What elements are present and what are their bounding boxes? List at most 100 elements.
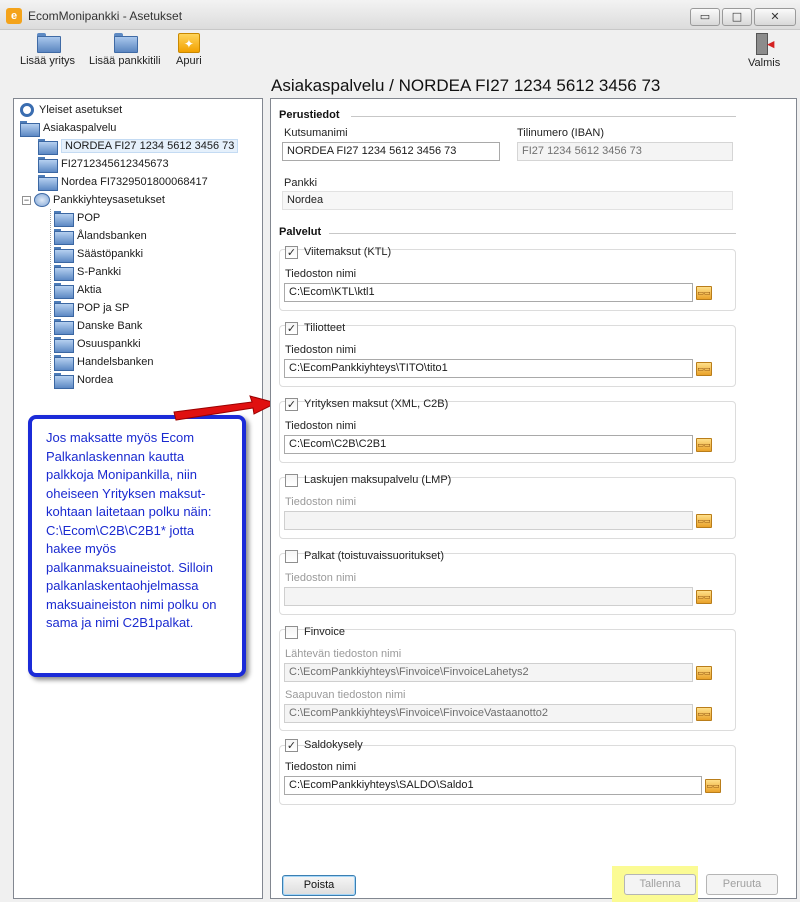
tree-item-label: Yleiset asetukset bbox=[39, 104, 123, 116]
tree-item-label: Säästöpankki bbox=[77, 248, 144, 260]
tree-item-label: POP ja SP bbox=[77, 302, 130, 314]
network-icon bbox=[34, 193, 50, 208]
tree-item-bank[interactable]: Ålandsbanken bbox=[54, 227, 147, 246]
folder-browse-icon[interactable]: ▭▭ bbox=[696, 438, 712, 452]
ktl-file-input[interactable]: C:\Ecom\KTL\ktl1 bbox=[284, 283, 693, 302]
name-field[interactable]: NORDEA FI27 1234 5612 3456 73 bbox=[282, 142, 500, 161]
gear-icon bbox=[20, 103, 34, 118]
folder-browse-icon[interactable]: ▭▭ bbox=[696, 707, 712, 721]
finvoice-checkbox[interactable] bbox=[285, 626, 298, 639]
tito-checkbox[interactable]: ✓ bbox=[285, 322, 298, 335]
salary-label: Palkat (toistuvaissuoritukset) bbox=[304, 550, 444, 562]
tree-item-account[interactable]: FI2712345612345673 bbox=[38, 155, 169, 174]
folder-icon bbox=[38, 175, 58, 192]
tree-item-label: Pankkiyhteysasetukset bbox=[53, 194, 165, 206]
tree-item-label: Nordea bbox=[77, 374, 114, 386]
folder-icon bbox=[113, 33, 138, 53]
name-label: Kutsumanimi bbox=[284, 127, 348, 139]
delete-button[interactable]: Poista bbox=[282, 875, 356, 896]
annotation-arrow bbox=[173, 395, 278, 421]
folder-icon bbox=[38, 157, 58, 174]
tree-item-bank[interactable]: S-Pankki bbox=[54, 263, 122, 282]
section-title-basic: Perustiedot bbox=[279, 109, 340, 121]
finvoice-out-label: Lähtevän tiedoston nimi bbox=[285, 648, 402, 660]
tree-item-bank[interactable]: Säästöpankki bbox=[54, 245, 144, 264]
folder-browse-icon[interactable]: ▭▭ bbox=[696, 666, 712, 680]
tree-item-account[interactable]: Nordea FI7329501800068417 bbox=[38, 173, 208, 192]
folder-icon bbox=[54, 319, 74, 336]
maximize-button[interactable]: □ bbox=[722, 8, 752, 26]
salary-file-input[interactable] bbox=[284, 587, 693, 606]
settings-panel: Perustiedot Kutsumanimi NORDEA FI27 1234… bbox=[270, 98, 797, 899]
collapse-icon[interactable]: − bbox=[22, 195, 31, 205]
ktl-checkbox[interactable]: ✓ bbox=[285, 246, 298, 259]
done-label: Valmis bbox=[748, 57, 781, 69]
ktl-file-label: Tiedoston nimi bbox=[285, 268, 357, 280]
add-account-button[interactable]: Lisää pankkitili bbox=[89, 33, 161, 67]
tree-item-label: Osuuspankki bbox=[77, 338, 141, 350]
saldo-checkbox[interactable]: ✓ bbox=[285, 739, 298, 752]
tree-item-bank[interactable]: Osuuspankki bbox=[54, 335, 141, 354]
done-button[interactable]: ◂ Valmis bbox=[748, 33, 780, 69]
cancel-button[interactable]: Peruuta bbox=[706, 874, 778, 895]
finvoice-in-input[interactable]: C:\EcomPankkiyhteys\Finvoice\FinvoiceVas… bbox=[284, 704, 693, 723]
app-icon: e bbox=[6, 8, 22, 24]
finvoice-out-input[interactable]: C:\EcomPankkiyhteys\Finvoice\FinvoiceLah… bbox=[284, 663, 693, 682]
tree-item-bank[interactable]: POP ja SP bbox=[54, 299, 130, 318]
lmp-file-label: Tiedoston nimi bbox=[285, 496, 357, 508]
window-title: EcomMonipankki - Asetukset bbox=[28, 9, 183, 23]
save-button[interactable]: Tallenna bbox=[624, 874, 696, 895]
tree-connector bbox=[50, 209, 51, 380]
folder-icon bbox=[54, 265, 74, 282]
folder-icon bbox=[54, 247, 74, 264]
minimize-button[interactable]: ▭ bbox=[690, 8, 720, 26]
add-company-label: Lisää yritys bbox=[20, 55, 76, 67]
folder-icon bbox=[20, 121, 40, 138]
tree-item-bank-settings[interactable]: − Pankkiyhteysasetukset bbox=[22, 191, 165, 209]
folder-icon bbox=[38, 139, 58, 156]
tree-item-bank[interactable]: Nordea bbox=[54, 371, 114, 390]
folder-browse-icon[interactable]: ▭▭ bbox=[696, 362, 712, 376]
lmp-checkbox[interactable] bbox=[285, 474, 298, 487]
tree-item-bank[interactable]: Handelsbanken bbox=[54, 353, 154, 372]
section-title-services: Palvelut bbox=[279, 226, 322, 238]
wizard-label: Apuri bbox=[176, 55, 202, 67]
divider bbox=[351, 116, 736, 117]
folder-icon bbox=[54, 229, 74, 246]
tree-item-label: Danske Bank bbox=[77, 320, 143, 332]
lmp-file-input[interactable] bbox=[284, 511, 693, 530]
saldo-file-input[interactable]: C:\EcomPankkiyhteys\SALDO\Saldo1 bbox=[284, 776, 702, 795]
iban-field[interactable]: FI27 1234 5612 3456 73 bbox=[517, 142, 733, 161]
tree-item-label: Handelsbanken bbox=[77, 356, 154, 368]
tree-item-label: Ålandsbanken bbox=[77, 230, 147, 242]
tito-file-input[interactable]: C:\EcomPankkiyhteys\TITO\tito1 bbox=[284, 359, 693, 378]
folder-browse-icon[interactable]: ▭▭ bbox=[696, 286, 712, 300]
bank-label: Pankki bbox=[284, 177, 318, 189]
annotation-callout: Jos maksatte myös Ecom Palkanlaskennan k… bbox=[28, 415, 246, 677]
saldo-label: Saldokysely bbox=[304, 739, 363, 751]
tree-item-bank[interactable]: Danske Bank bbox=[54, 317, 143, 336]
tree-item-account[interactable]: NORDEA FI27 1234 5612 3456 73 bbox=[38, 137, 239, 156]
tree-item-label: S-Pankki bbox=[77, 266, 122, 278]
folder-browse-icon[interactable]: ▭▭ bbox=[696, 590, 712, 604]
c2b-file-input[interactable]: C:\Ecom\C2B\C2B1 bbox=[284, 435, 693, 454]
lmp-label: Laskujen maksupalvelu (LMP) bbox=[304, 474, 452, 486]
tree-item-bank[interactable]: POP bbox=[54, 209, 100, 228]
close-button[interactable]: ✕ bbox=[754, 8, 796, 26]
tree-item-label: Nordea FI7329501800068417 bbox=[61, 176, 208, 188]
folder-browse-icon[interactable]: ▭▭ bbox=[705, 779, 721, 793]
salary-checkbox[interactable] bbox=[285, 550, 298, 563]
window-controls: ▭ □ ✕ bbox=[690, 8, 796, 26]
c2b-checkbox[interactable]: ✓ bbox=[285, 398, 298, 411]
salary-file-label: Tiedoston nimi bbox=[285, 572, 357, 584]
add-company-button[interactable]: Lisää yritys bbox=[20, 33, 75, 67]
iban-label: Tilinumero (IBAN) bbox=[517, 127, 604, 139]
c2b-file-label: Tiedoston nimi bbox=[285, 420, 357, 432]
folder-browse-icon[interactable]: ▭▭ bbox=[696, 514, 712, 528]
folder-icon bbox=[54, 301, 74, 318]
tree-item-customer-service[interactable]: Asiakaspalvelu bbox=[20, 119, 116, 138]
wizard-button[interactable]: ✦ Apuri bbox=[176, 33, 202, 67]
tree-item-general[interactable]: Yleiset asetukset bbox=[20, 101, 122, 119]
bank-field: Nordea bbox=[282, 191, 733, 210]
tree-item-bank[interactable]: Aktia bbox=[54, 281, 101, 300]
